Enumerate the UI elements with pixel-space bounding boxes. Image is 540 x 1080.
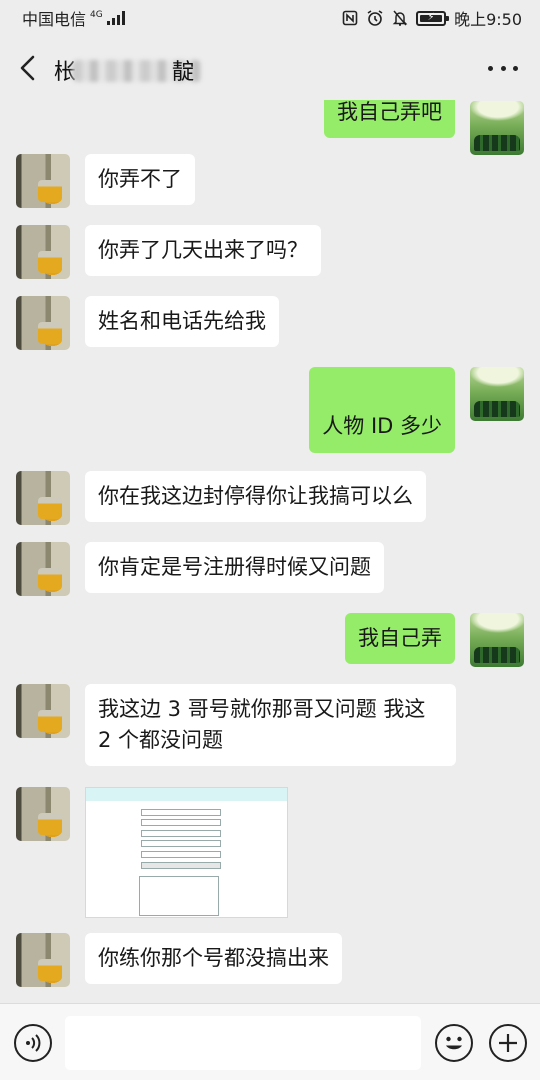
message-bubble-contact[interactable]: 你弄不了 xyxy=(85,154,195,205)
message-bubble-contact[interactable]: 你肯定是号注册得时候又问题 xyxy=(85,542,384,593)
plus-icon xyxy=(499,1034,517,1052)
network-type: 4G xyxy=(90,9,103,20)
back-chevron-icon xyxy=(20,55,35,81)
battery-charging-icon: ⚡ xyxy=(416,10,450,26)
image-banner xyxy=(86,788,287,801)
emoji-icon xyxy=(446,1036,462,1050)
emoji-button[interactable] xyxy=(435,1024,473,1062)
message-bubble-mine[interactable]: 人物 ID 多少 xyxy=(309,367,455,453)
voice-button[interactable] xyxy=(14,1024,52,1062)
nfc-icon xyxy=(342,10,358,26)
my-avatar[interactable] xyxy=(470,101,524,155)
chat-header: 枨 靛 xyxy=(0,36,540,100)
message-bubble-contact[interactable]: 你在我这边封停得你让我搞可以么 xyxy=(85,471,426,522)
input-bar xyxy=(0,1003,540,1080)
message-input[interactable] xyxy=(65,1016,421,1070)
contact-avatar[interactable] xyxy=(16,787,70,841)
chat-messages[interactable]: 我自己弄吧 你弄不了 你弄了几天出来了吗？ 姓名和电话先给我 人物 ID 多少 … xyxy=(0,100,540,1003)
image-textarea xyxy=(139,876,219,916)
message-bubble-contact[interactable]: 我这边 3 哥号就你那哥又问题 我这 2 个都没问题 xyxy=(85,684,456,766)
my-avatar[interactable] xyxy=(470,367,524,421)
message-bubble-contact[interactable]: 姓名和电话先给我 xyxy=(85,296,279,347)
message-bubble-contact[interactable]: 你弄了几天出来了吗？ xyxy=(85,225,321,276)
voice-icon xyxy=(26,1034,41,1052)
back-button[interactable] xyxy=(14,54,42,82)
contact-avatar[interactable] xyxy=(16,542,70,596)
chat-title-tail: 靛 xyxy=(172,60,195,85)
status-left: 中国电信 4G xyxy=(22,6,125,30)
more-button[interactable] xyxy=(488,60,518,76)
mute-icon xyxy=(392,9,408,27)
contact-avatar[interactable] xyxy=(16,471,70,525)
image-message[interactable] xyxy=(85,787,288,918)
alarm-icon xyxy=(366,9,384,27)
contact-avatar[interactable] xyxy=(16,296,70,350)
more-dots-icon xyxy=(488,65,493,71)
status-right: ⚡ 晚上9:50 xyxy=(342,6,522,30)
message-bubble-mine[interactable]: 我自己弄吧 xyxy=(324,100,455,138)
contact-avatar[interactable] xyxy=(16,154,70,208)
contact-avatar[interactable] xyxy=(16,225,70,279)
my-avatar[interactable] xyxy=(470,613,524,667)
clock-label: 晚上9:50 xyxy=(454,10,522,29)
status-bar: 中国电信 4G ⚡ 晚上9:50 xyxy=(0,0,540,36)
plus-button[interactable] xyxy=(489,1024,527,1062)
contact-avatar[interactable] xyxy=(16,684,70,738)
carrier-label: 中国电信 xyxy=(22,10,87,29)
message-bubble-mine[interactable]: 我自己弄 xyxy=(345,613,455,664)
contact-avatar[interactable] xyxy=(16,933,70,987)
message-bubble-contact[interactable]: 你练你那个号都没搞出来 xyxy=(85,933,342,984)
signal-icon xyxy=(106,11,125,25)
